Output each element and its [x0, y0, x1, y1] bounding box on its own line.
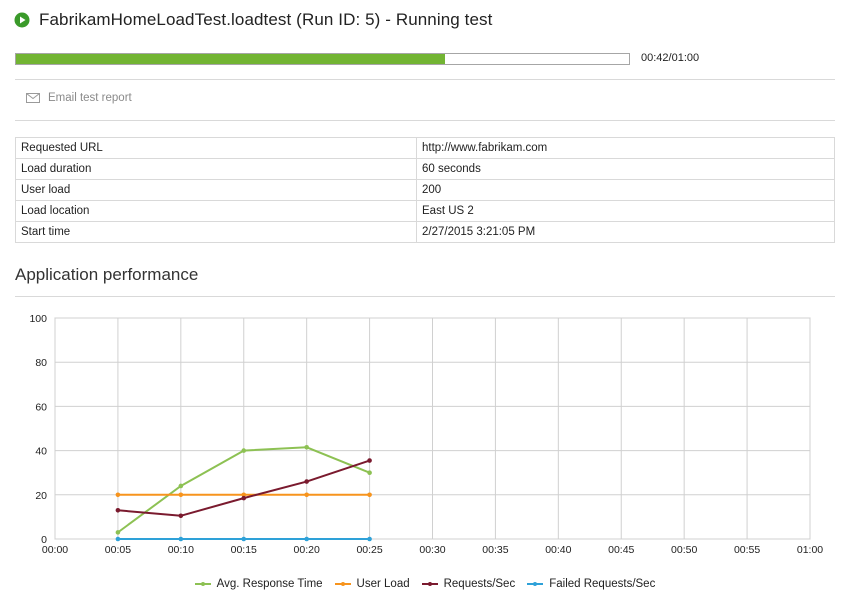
legend-label: User Load [356, 578, 410, 590]
info-value: East US 2 [416, 200, 835, 222]
run-progress-bar [15, 53, 630, 65]
table-row: User load 200 [15, 179, 835, 201]
data-point-user-load [178, 492, 184, 498]
info-key: Start time [15, 221, 417, 243]
legend-label: Failed Requests/Sec [549, 578, 656, 590]
info-key: Load location [15, 200, 417, 222]
page-title: FabrikamHomeLoadTest.loadtest (Run ID: 5… [39, 10, 493, 29]
run-progress-fill [16, 54, 446, 64]
data-point-avg-response-time [304, 444, 309, 450]
table-row: Load duration 60 seconds [15, 158, 835, 180]
play-circle-icon [14, 12, 30, 28]
legend-swatch-icon [421, 580, 438, 588]
info-value: 200 [416, 179, 835, 201]
run-progress-time: 00:42/01:00 [641, 52, 700, 64]
data-point-failed-requests-sec [304, 536, 309, 542]
x-tick-label: 00:05 [105, 544, 131, 556]
legend-label: Avg. Response Time [216, 578, 323, 590]
run-header: FabrikamHomeLoadTest.loadtest (Run ID: 5… [14, 10, 492, 30]
legend-item-avg-response-time[interactable]: Avg. Response Time [194, 578, 323, 590]
table-row: Start time 2/27/2015 3:21:05 PM [15, 221, 835, 243]
application-performance-chart: 00:00 00:05 00:10 00:15 00:20 00:25 00:30 00:35… [29, 313, 823, 556]
legend-label: Requests/Sec [443, 578, 516, 590]
x-tick-label: 00:45 [608, 544, 634, 556]
legend-swatch-icon [194, 580, 211, 588]
data-point-avg-response-time [367, 470, 372, 475]
x-tick-label: 00:15 [231, 544, 257, 556]
data-point-requests-sec [367, 458, 372, 463]
info-value: 2/27/2015 3:21:05 PM [416, 221, 835, 243]
data-point-user-load [115, 492, 121, 498]
data-point-avg-response-time [178, 483, 184, 489]
x-tick-label: 00:50 [671, 544, 697, 556]
legend-item-requests-sec[interactable]: Requests/Sec [421, 578, 516, 590]
info-value: 60 seconds [416, 158, 835, 180]
y-tick-label: 20 [35, 490, 47, 502]
data-point-failed-requests-sec [178, 536, 184, 542]
data-point-failed-requests-sec [367, 536, 372, 542]
mail-icon [26, 93, 40, 103]
legend-swatch-icon [527, 580, 544, 588]
data-point-failed-requests-sec [241, 536, 247, 542]
divider [15, 296, 835, 297]
x-tick-label: 00:20 [294, 544, 320, 556]
info-key: Requested URL [15, 137, 417, 159]
info-value: http://www.fabrikam.com [416, 137, 835, 159]
section-title: Application performance [15, 265, 199, 284]
info-key: Load duration [15, 158, 417, 180]
chart-legend: Avg. Response Time User Load Requests/Sec F… [0, 578, 850, 590]
data-point-user-load [367, 492, 372, 498]
data-point-requests-sec [178, 513, 184, 519]
data-point-requests-sec [115, 507, 121, 513]
email-test-report-button[interactable]: Email test report [26, 92, 132, 104]
y-tick-label: 100 [29, 313, 47, 325]
data-point-requests-sec [304, 479, 309, 484]
data-point-failed-requests-sec [115, 536, 121, 542]
divider [15, 120, 835, 121]
table-row: Load location East US 2 [15, 200, 835, 222]
legend-item-user-load[interactable]: User Load [334, 578, 410, 590]
y-tick-label: 60 [35, 401, 47, 413]
table-row: Requested URL http://www.fabrikam.com [15, 137, 835, 159]
run-info-table: Requested URL http://www.fabrikam.com Lo… [15, 137, 835, 243]
data-point-avg-response-time [115, 530, 121, 535]
x-tick-label: 00:30 [419, 544, 445, 556]
y-tick-label: 40 [35, 446, 47, 458]
data-point-user-load [304, 492, 309, 498]
data-point-requests-sec [241, 495, 247, 501]
x-tick-label: 00:10 [168, 544, 194, 556]
legend-swatch-icon [334, 580, 351, 588]
email-test-report-label: Email test report [48, 92, 132, 104]
x-tick-label: 00:25 [356, 544, 382, 556]
x-tick-label: 00:40 [545, 544, 571, 556]
x-tick-label: 00:55 [734, 544, 760, 556]
data-point-avg-response-time [241, 448, 247, 453]
divider [15, 79, 835, 80]
info-key: User load [15, 179, 417, 201]
y-tick-label: 80 [35, 357, 47, 369]
x-tick-label: 01:00 [797, 544, 823, 556]
legend-item-failed-requests-sec[interactable]: Failed Requests/Sec [527, 578, 655, 590]
x-tick-label: 00:35 [482, 544, 508, 556]
y-tick-label: 0 [41, 534, 47, 546]
